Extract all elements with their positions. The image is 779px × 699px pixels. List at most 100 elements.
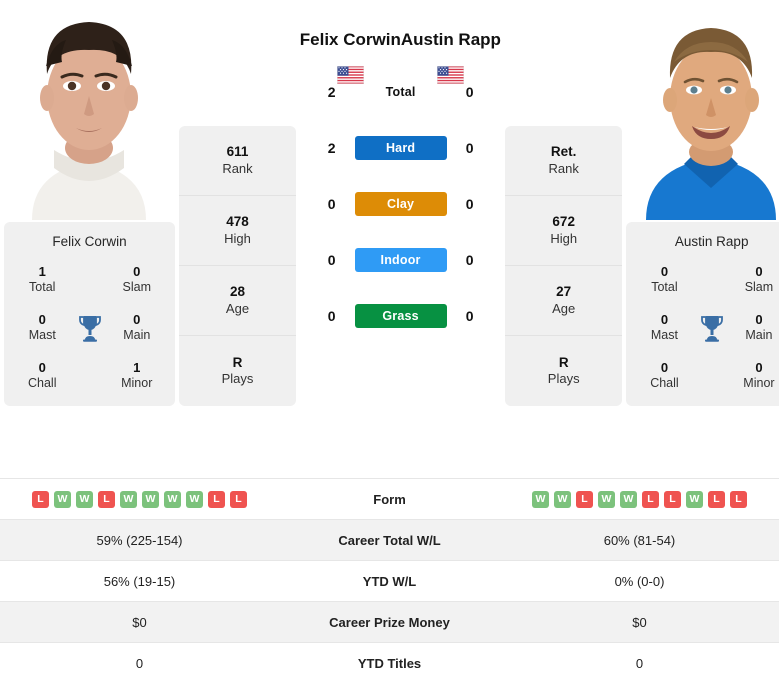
right-player-photo	[624, 0, 779, 220]
right-rank-cell: Ret. Rank	[505, 126, 623, 196]
right-form-cell: WWLWWLLWLL	[500, 478, 779, 520]
h2h-clay-right-score: 0	[465, 196, 474, 213]
left-trophy-icon	[77, 314, 103, 342]
h2h-row-hard: 2 Hard 0	[296, 120, 505, 176]
left-form-strip: LWWLWWWWLL	[0, 490, 279, 508]
form-badge-win[interactable]: W	[76, 490, 93, 508]
left-minor-titles: 1 Minor	[121, 360, 152, 392]
form-badge-win[interactable]: W	[620, 490, 637, 508]
right-rank-value: Ret.	[550, 144, 577, 160]
form-badge-win[interactable]: W	[686, 490, 703, 508]
right-age-label: Age	[552, 300, 576, 316]
right-main-titles: 0 Main	[745, 312, 772, 344]
left-player-photo	[2, 0, 177, 220]
h2h-total-right-score: 0	[465, 84, 474, 101]
form-badge-loss[interactable]: L	[664, 490, 681, 508]
form-badge-loss[interactable]: L	[32, 490, 49, 508]
left-career-wl: 59% (225-154)	[0, 519, 279, 561]
right-minor-value: 0	[755, 359, 763, 375]
left-age-value: 28	[229, 284, 246, 300]
right-trophy-icon	[699, 314, 725, 342]
table-row-ytd-titles: 0 YTD Titles 0	[0, 642, 779, 684]
right-total-label: Total	[651, 280, 678, 295]
table-row-ytd-wl: 56% (19-15) YTD W/L 0% (0-0)	[0, 560, 779, 602]
compare-section: Felix Corwin 1 Total 0 Slam 0 Mast 0 Mai…	[0, 0, 779, 478]
form-badge-loss[interactable]: L	[708, 490, 725, 508]
right-ytd-wl: 0% (0-0)	[500, 560, 779, 602]
form-badge-win[interactable]: W	[120, 490, 137, 508]
form-badge-win[interactable]: W	[532, 490, 549, 508]
form-badge-win[interactable]: W	[186, 490, 203, 508]
right-career-prize: $0	[500, 601, 779, 643]
h2h-row-clay: 0 Clay 0	[296, 176, 505, 232]
left-stat-card: 611 Rank 478 High 28 Age R Plays	[179, 126, 296, 406]
left-rank-cell: 611 Rank	[179, 126, 296, 196]
left-minor-value: 1	[133, 359, 141, 375]
right-career-wl: 60% (81-54)	[500, 519, 779, 561]
surface-badge-hard[interactable]: Hard	[354, 136, 447, 161]
right-chall-titles: 0 Chall	[650, 360, 679, 392]
form-badge-win[interactable]: W	[142, 490, 159, 508]
left-player-column: Felix Corwin 1 Total 0 Slam 0 Mast 0 Mai…	[0, 0, 179, 406]
surface-badge-clay[interactable]: Clay	[354, 192, 447, 217]
left-high-cell: 478 High	[179, 196, 296, 266]
form-badge-loss[interactable]: L	[576, 490, 593, 508]
form-badge-win[interactable]: W	[554, 490, 571, 508]
surface-badge-grass[interactable]: Grass	[354, 304, 447, 329]
h2h-row-total: 2 Total 0	[296, 64, 505, 120]
left-ytd-wl: 56% (19-15)	[0, 560, 279, 602]
left-main-label: Main	[123, 328, 151, 343]
form-badge-loss[interactable]: L	[730, 490, 747, 508]
left-chall-label: Chall	[28, 376, 57, 391]
form-badge-loss[interactable]: L	[642, 490, 659, 508]
right-plays-value: R	[558, 354, 569, 370]
left-main-value: 0	[133, 312, 141, 328]
left-rank-label: Rank	[222, 160, 253, 176]
ytd-wl-label: YTD W/L	[279, 560, 500, 602]
career-wl-label: Career Total W/L	[279, 519, 500, 561]
right-form-strip: WWLWWLLWLL	[500, 490, 779, 508]
left-ytd-titles: 0	[0, 642, 279, 684]
ytd-titles-label: YTD Titles	[279, 642, 500, 684]
career-prize-label: Career Prize Money	[279, 601, 500, 643]
form-badge-loss[interactable]: L	[230, 490, 247, 508]
table-row-form: LWWLWWWWLL Form WWLWWLLWLL	[0, 478, 779, 520]
left-slam-label: Slam	[122, 280, 151, 295]
right-high-cell: 672 High	[505, 196, 623, 266]
right-slam-titles: 0 Slam	[745, 264, 773, 296]
right-total-titles: 0 Total	[651, 264, 677, 296]
h2h-total-label: Total	[385, 85, 416, 100]
left-mast-label: Mast	[28, 328, 56, 343]
h2h-total-left-score: 2	[327, 84, 336, 101]
form-badge-win[interactable]: W	[54, 490, 71, 508]
right-chall-label: Chall	[650, 376, 679, 391]
left-main-titles: 0 Main	[123, 312, 150, 344]
form-row-label: Form	[279, 478, 500, 520]
form-badge-win[interactable]: W	[164, 490, 181, 508]
right-player-column: Austin Rapp 0 Total 0 Slam 0 Mast 0 Main…	[622, 0, 779, 406]
h2h-row-grass: 0 Grass 0	[296, 288, 505, 344]
left-career-prize: $0	[0, 601, 279, 643]
right-player-card-name: Austin Rapp	[674, 234, 749, 249]
left-plays-label: Plays	[221, 371, 254, 387]
right-mast-label: Mast	[650, 328, 678, 343]
comparison-stats-table: LWWLWWWWLL Form WWLWWLLWLL 59% (225-154)…	[0, 478, 779, 684]
right-plays-label: Plays	[547, 371, 580, 387]
left-age-cell: 28 Age	[179, 266, 296, 336]
left-plays-value: R	[232, 354, 243, 370]
h2h-indoor-left-score: 0	[327, 252, 336, 269]
right-chall-value: 0	[660, 359, 669, 375]
left-player-name: Felix Corwin	[299, 30, 401, 49]
right-age-cell: 27 Age	[505, 266, 623, 336]
form-badge-win[interactable]: W	[598, 490, 615, 508]
form-badge-loss[interactable]: L	[98, 490, 115, 508]
right-player-name: Austin Rapp	[400, 30, 501, 49]
player-comparison-page: Felix Corwin 1 Total 0 Slam 0 Mast 0 Mai…	[0, 0, 779, 699]
left-total-value: 1	[38, 264, 46, 280]
surface-badge-indoor[interactable]: Indoor	[354, 248, 447, 273]
right-plays-cell: R Plays	[505, 336, 622, 406]
form-badge-loss[interactable]: L	[208, 490, 225, 508]
right-ytd-titles: 0	[500, 642, 779, 684]
h2h-grass-right-score: 0	[465, 308, 474, 325]
left-total-label: Total	[29, 280, 56, 295]
